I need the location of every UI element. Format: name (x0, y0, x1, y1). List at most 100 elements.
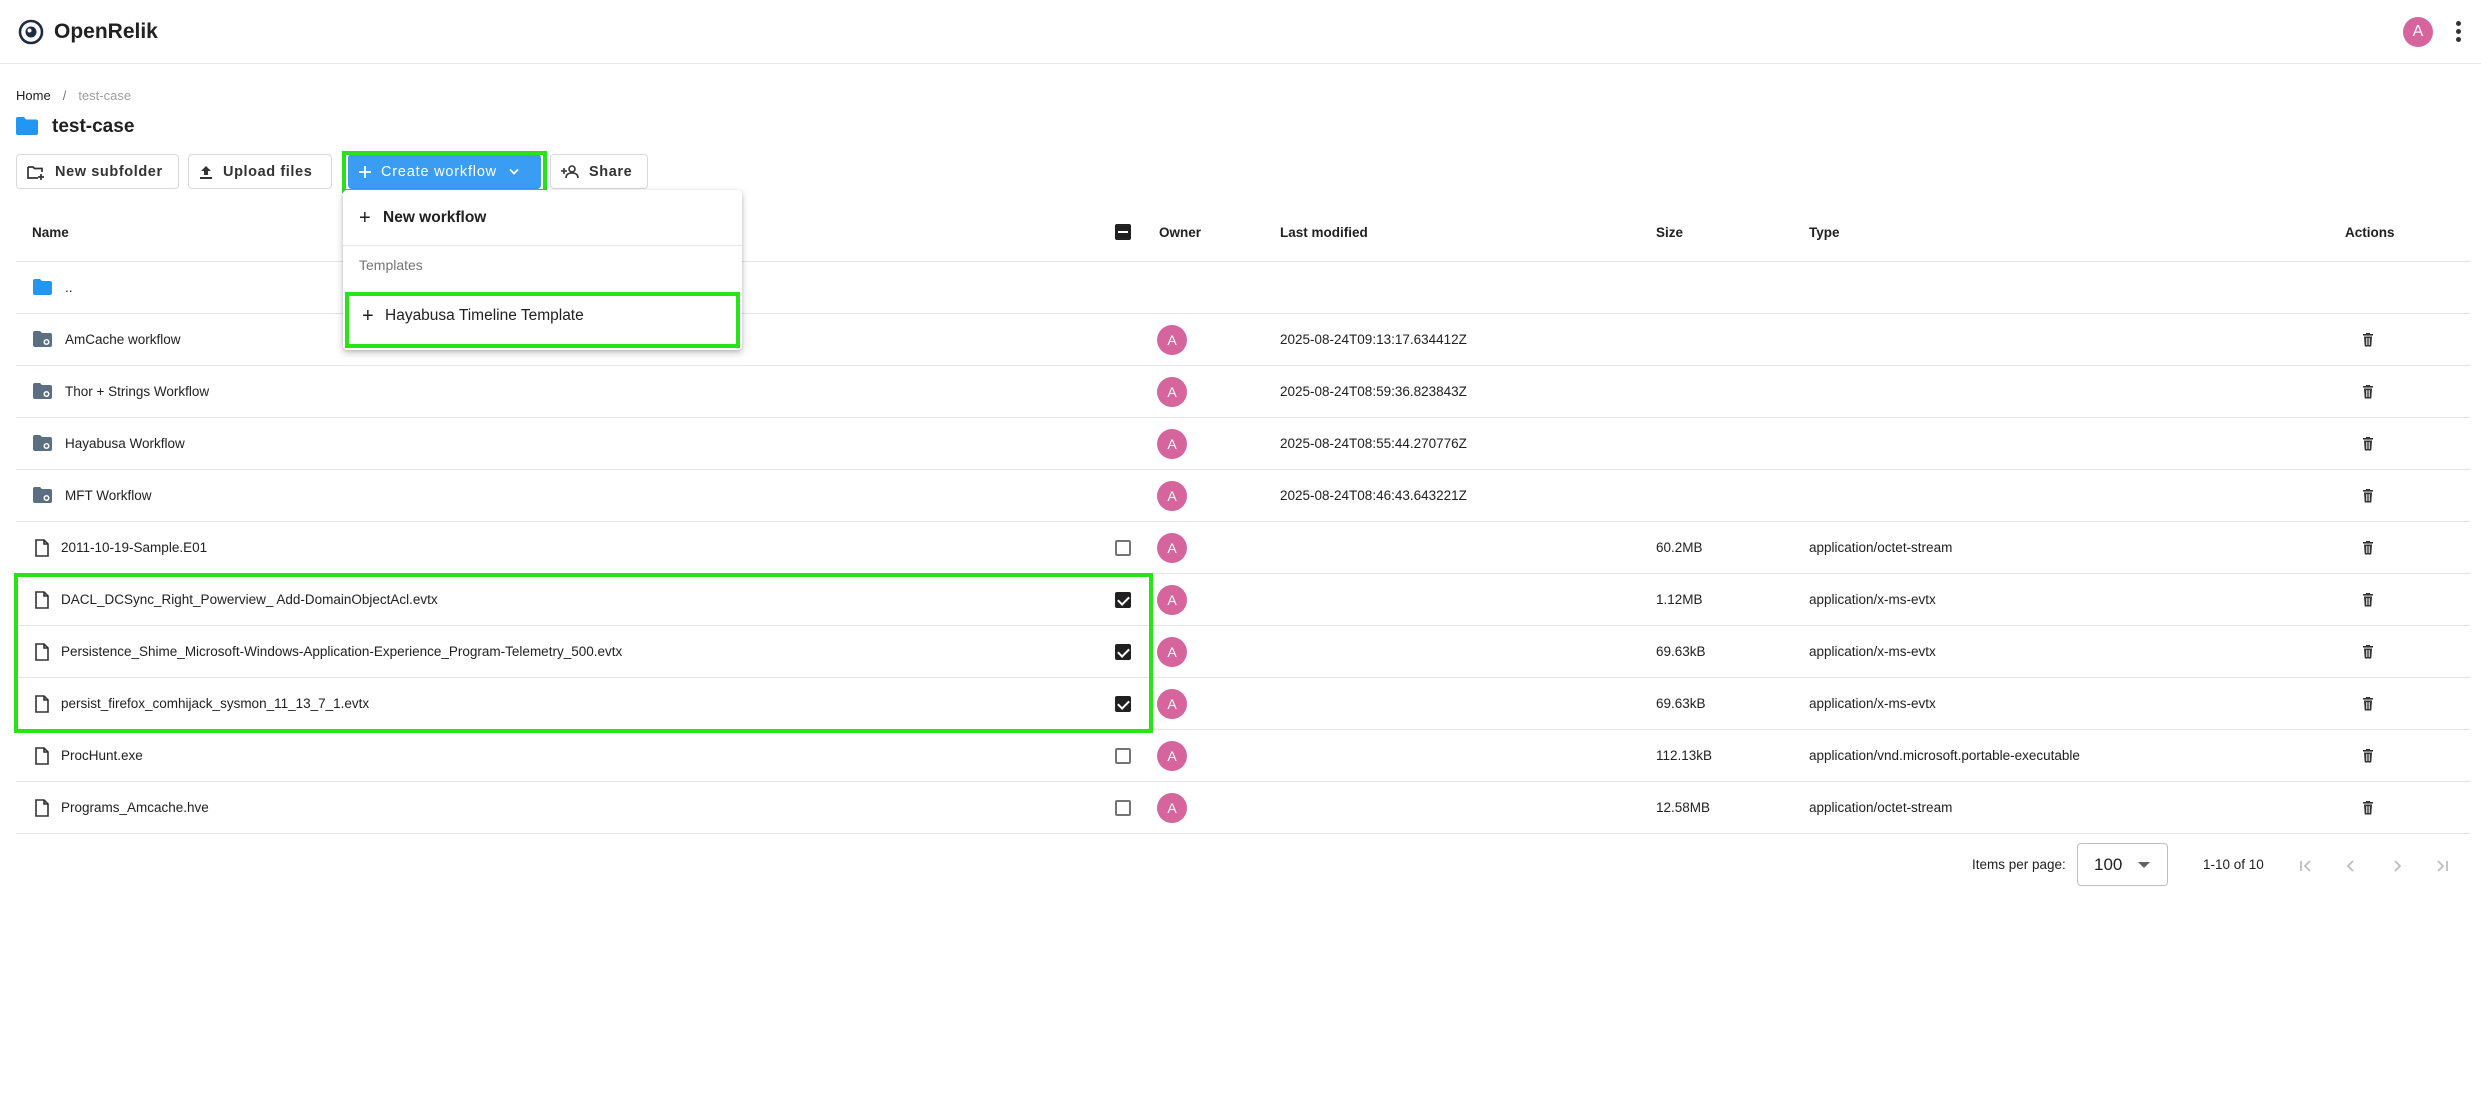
row-name[interactable]: .. (65, 262, 73, 314)
owner-avatar: A (1157, 429, 1187, 459)
row-size: 60.2MB (1656, 540, 1703, 555)
delete-icon[interactable] (2361, 697, 2375, 711)
workflow-folder-icon (33, 487, 52, 503)
new-subfolder-label: New subfolder (55, 163, 163, 180)
row-last-modified: 2025-08-24T09:13:17.634412Z (1280, 332, 1467, 347)
row-last-modified: 2025-08-24T08:59:36.823843Z (1280, 384, 1467, 399)
delete-icon[interactable] (2361, 385, 2375, 399)
share-button[interactable]: Share (550, 154, 648, 189)
owner-avatar: A (1157, 585, 1187, 615)
table-row[interactable]: MFT Workflow A 2025-08-24T08:46:43.643221Z (16, 470, 2470, 522)
owner-avatar: A (1157, 325, 1187, 355)
row-size: 69.63kB (1656, 644, 1706, 659)
row-name[interactable]: Hayabusa Workflow (65, 418, 185, 470)
share-user-icon (561, 164, 579, 178)
file-icon (35, 747, 49, 765)
row-name[interactable]: 2011-10-19-Sample.E01 (61, 522, 207, 574)
row-name[interactable]: MFT Workflow (65, 470, 152, 522)
openrelik-logo-icon[interactable] (18, 19, 44, 45)
create-workflow-highlight (342, 151, 547, 193)
upload-files-button[interactable]: Upload files (188, 154, 332, 189)
row-checkbox[interactable] (1115, 540, 1131, 556)
row-last-modified: 2025-08-24T08:55:44.270776Z (1280, 436, 1467, 451)
row-checkbox[interactable] (1115, 800, 1131, 816)
new-folder-icon (27, 165, 44, 180)
breadcrumb-separator: / (62, 88, 67, 103)
header-name[interactable]: Name (32, 212, 69, 254)
plus-icon: + (359, 207, 371, 229)
row-type: application/x-ms-evtx (1809, 644, 1936, 659)
menu-section-templates: Templates (359, 257, 423, 273)
breadcrumb-current: test-case (78, 88, 132, 103)
owner-avatar: A (1157, 533, 1187, 563)
delete-icon[interactable] (2361, 437, 2375, 451)
header-size[interactable]: Size (1656, 212, 1683, 254)
table-row[interactable]: Hayabusa Workflow A 2025-08-24T08:55:44.27… (16, 418, 2470, 470)
owner-avatar: A (1157, 377, 1187, 407)
header-actions: Actions (2345, 225, 2395, 240)
next-page-icon[interactable] (2386, 855, 2408, 877)
row-name[interactable]: AmCache workflow (65, 314, 181, 366)
page-title: test-case (52, 116, 135, 137)
delete-icon[interactable] (2361, 489, 2375, 503)
header-last-modified[interactable]: Last modified (1280, 212, 1368, 254)
delete-icon[interactable] (2361, 541, 2375, 555)
breadcrumb: Home / test-case (16, 88, 131, 104)
row-size: 12.58MB (1656, 800, 1711, 815)
delete-icon[interactable] (2361, 593, 2375, 607)
menu-item-label: New workflow (383, 209, 487, 226)
table-row[interactable]: ProcHunt.exe A 112.13kB application/vnd.mic… (16, 730, 2470, 782)
app-bar: OpenRelik A (0, 0, 2481, 64)
share-label: Share (589, 163, 633, 180)
new-subfolder-button[interactable]: New subfolder (16, 154, 179, 189)
file-icon (35, 539, 49, 557)
row-type: application/octet-stream (1809, 800, 1953, 815)
row-size: 112.13kB (1656, 748, 1713, 763)
select-all-checkbox[interactable] (1115, 224, 1131, 240)
header-owner[interactable]: Owner (1159, 212, 1201, 254)
owner-avatar: A (1157, 637, 1187, 667)
delete-icon[interactable] (2361, 645, 2375, 659)
upload-icon (200, 165, 212, 179)
breadcrumb-home[interactable]: Home (16, 88, 51, 103)
last-page-icon[interactable] (2431, 855, 2453, 877)
owner-avatar: A (1157, 481, 1187, 511)
template-highlight (345, 292, 740, 348)
row-name[interactable]: ProcHunt.exe (61, 730, 143, 782)
previous-page-icon[interactable] (2340, 855, 2362, 877)
row-size: 1.12MB (1656, 592, 1703, 607)
row-name[interactable]: Programs_Amcache.hve (61, 782, 209, 834)
create-workflow-menu: + New workflow Templates + Hayabusa Time… (343, 190, 742, 350)
workflow-folder-icon (33, 331, 52, 347)
selected-rows-highlight (14, 573, 1153, 733)
header-type[interactable]: Type (1809, 212, 1840, 254)
delete-icon[interactable] (2361, 333, 2375, 347)
table-row[interactable]: 2011-10-19-Sample.E01 A 60.2MB application/… (16, 522, 2470, 574)
owner-avatar: A (1157, 689, 1187, 719)
items-per-page-value: 100 (2094, 855, 2123, 874)
folder-icon (33, 279, 52, 295)
first-page-icon[interactable] (2295, 855, 2317, 877)
row-name[interactable]: Thor + Strings Workflow (65, 366, 209, 418)
table-row[interactable]: Thor + Strings Workflow A 2025-08-24T08:59… (16, 366, 2470, 418)
menu-item-new-workflow[interactable]: + New workflow (343, 190, 742, 246)
row-checkbox[interactable] (1115, 748, 1131, 764)
workflow-folder-icon (33, 435, 52, 451)
more-options-icon[interactable] (2450, 19, 2466, 45)
owner-avatar: A (1157, 741, 1187, 771)
file-icon (35, 799, 49, 817)
table-row[interactable]: Programs_Amcache.hve A 12.58MB application/… (16, 782, 2470, 834)
delete-icon[interactable] (2361, 801, 2375, 815)
pagination-range: 1-10 of 10 (2203, 857, 2264, 872)
row-type: application/x-ms-evtx (1809, 592, 1936, 607)
delete-icon[interactable] (2361, 749, 2375, 763)
app-title[interactable]: OpenRelik (54, 18, 158, 46)
caret-down-icon (2138, 862, 2150, 868)
workflow-folder-icon (33, 383, 52, 399)
items-per-page-label: Items per page: (1972, 857, 2066, 872)
row-type: application/vnd.microsoft.portable-execu… (1809, 748, 2080, 763)
row-size: 69.63kB (1656, 696, 1706, 711)
row-type: application/x-ms-evtx (1809, 696, 1936, 711)
user-avatar[interactable]: A (2403, 17, 2433, 47)
items-per-page-select[interactable]: 100 (2077, 843, 2168, 886)
